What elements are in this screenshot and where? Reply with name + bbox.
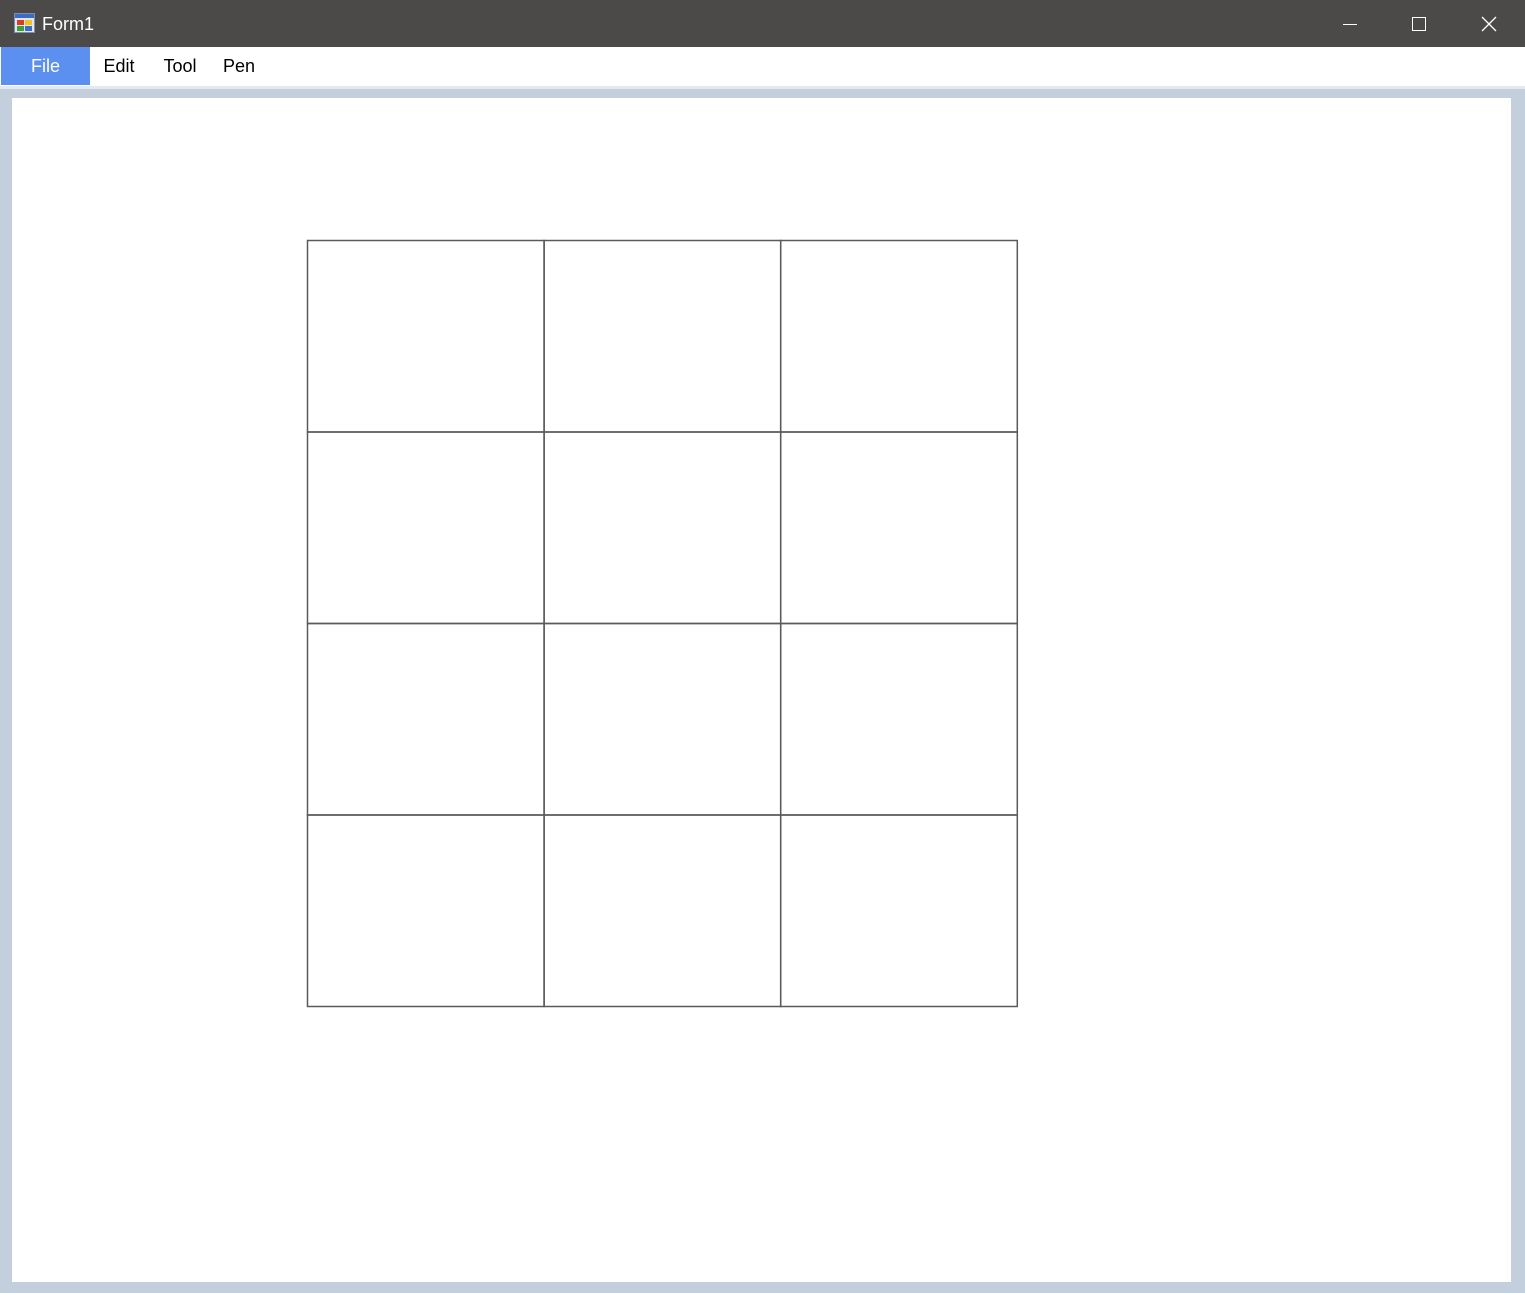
grid-cell-1-0 <box>306 431 545 625</box>
grid-cell-3-1 <box>543 814 782 1008</box>
grid-cell-0-0 <box>306 239 545 433</box>
grid-drawing <box>306 239 1019 1008</box>
maximize-button[interactable] <box>1384 0 1454 47</box>
grid-cell-1-2 <box>779 431 1019 625</box>
application-window: Form1 File Edit Tool Pen <box>0 0 1525 1293</box>
drawing-canvas[interactable] <box>12 98 1511 1282</box>
menu-bar: File Edit Tool Pen <box>0 47 1525 86</box>
grid-cell-1-1 <box>543 431 782 625</box>
grid-cell-0-1 <box>543 239 782 433</box>
maximize-icon <box>1411 16 1427 32</box>
menu-separator <box>0 86 1525 89</box>
grid-cell-3-0 <box>306 814 545 1008</box>
menu-file[interactable]: File <box>1 47 90 85</box>
menu-pen[interactable]: Pen <box>216 47 262 85</box>
grid-cell-2-2 <box>779 622 1019 816</box>
menu-tool[interactable]: Tool <box>156 47 204 85</box>
app-form-icon[interactable] <box>14 13 35 33</box>
grid-cell-2-1 <box>543 622 782 816</box>
minimize-icon <box>1342 16 1358 32</box>
close-button[interactable] <box>1454 0 1524 47</box>
menu-edit[interactable]: Edit <box>96 47 142 85</box>
title-bar[interactable]: Form1 <box>0 0 1525 47</box>
close-icon <box>1481 16 1497 32</box>
window-title: Form1 <box>42 14 95 34</box>
minimize-button[interactable] <box>1315 0 1385 47</box>
grid-cell-3-2 <box>779 814 1019 1008</box>
grid-cell-0-2 <box>779 239 1019 433</box>
grid-cell-2-0 <box>306 622 545 816</box>
